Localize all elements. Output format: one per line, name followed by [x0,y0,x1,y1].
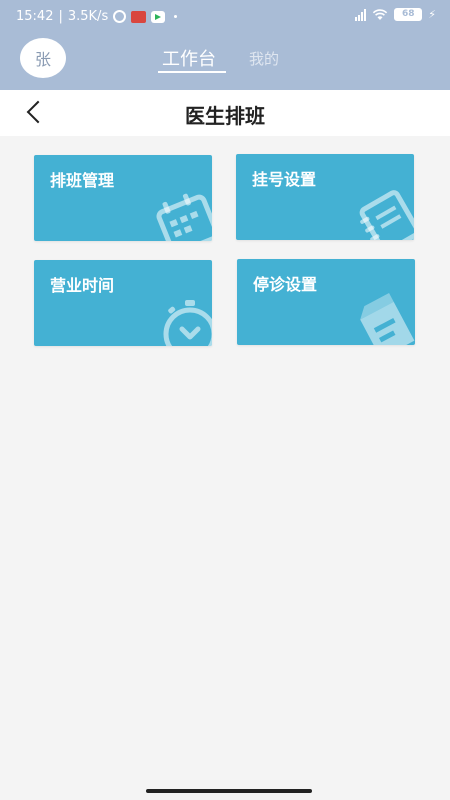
signal-icon [355,8,367,21]
charging-icon: ⚡ [428,8,436,21]
tile-label: 挂号设置 [252,170,317,189]
registration-settings-tile[interactable]: 挂号设置 [236,154,414,240]
suspend-consultation-tile[interactable]: 停诊设置 [237,259,415,345]
tab-workbench[interactable]: 工作台 [162,45,216,71]
status-left: 15:42 | 3.5K/s [16,9,178,24]
status-time: 15:42 [16,9,54,24]
alarm-icon [113,10,127,23]
app-header: 15:42 | 3.5K/s 68 ⚡ 张 工作台 我的 [0,0,450,90]
stopwatch-icon [163,300,212,346]
status-bar: 15:42 | 3.5K/s 68 ⚡ [0,0,450,32]
more-notifications-icon [174,15,178,18]
document-icon [360,293,415,345]
schedule-management-tile[interactable]: 排班管理 [34,155,212,241]
notebook-icon [359,190,414,240]
status-right: 68 ⚡ [355,8,436,21]
tile-label: 营业时间 [50,276,115,295]
page-title: 医生排班 [185,104,265,128]
business-hours-tile[interactable]: 营业时间 [34,260,212,346]
network-speed: 3.5K/s [67,9,109,24]
battery-icon: 68 [394,8,423,21]
navigation-bar: 医生排班 [0,90,450,136]
active-tab-indicator [158,71,226,73]
tile-label: 停诊设置 [253,275,318,294]
tab-mine[interactable]: 我的 [249,48,279,69]
calendar-icon [156,193,212,241]
news-app-icon [131,10,147,23]
home-indicator[interactable] [146,789,312,793]
wifi-icon [373,8,388,20]
avatar[interactable]: 张 [20,38,66,78]
video-app-icon [151,10,166,23]
tile-label: 排班管理 [50,171,115,190]
status-separator: | [58,9,63,24]
